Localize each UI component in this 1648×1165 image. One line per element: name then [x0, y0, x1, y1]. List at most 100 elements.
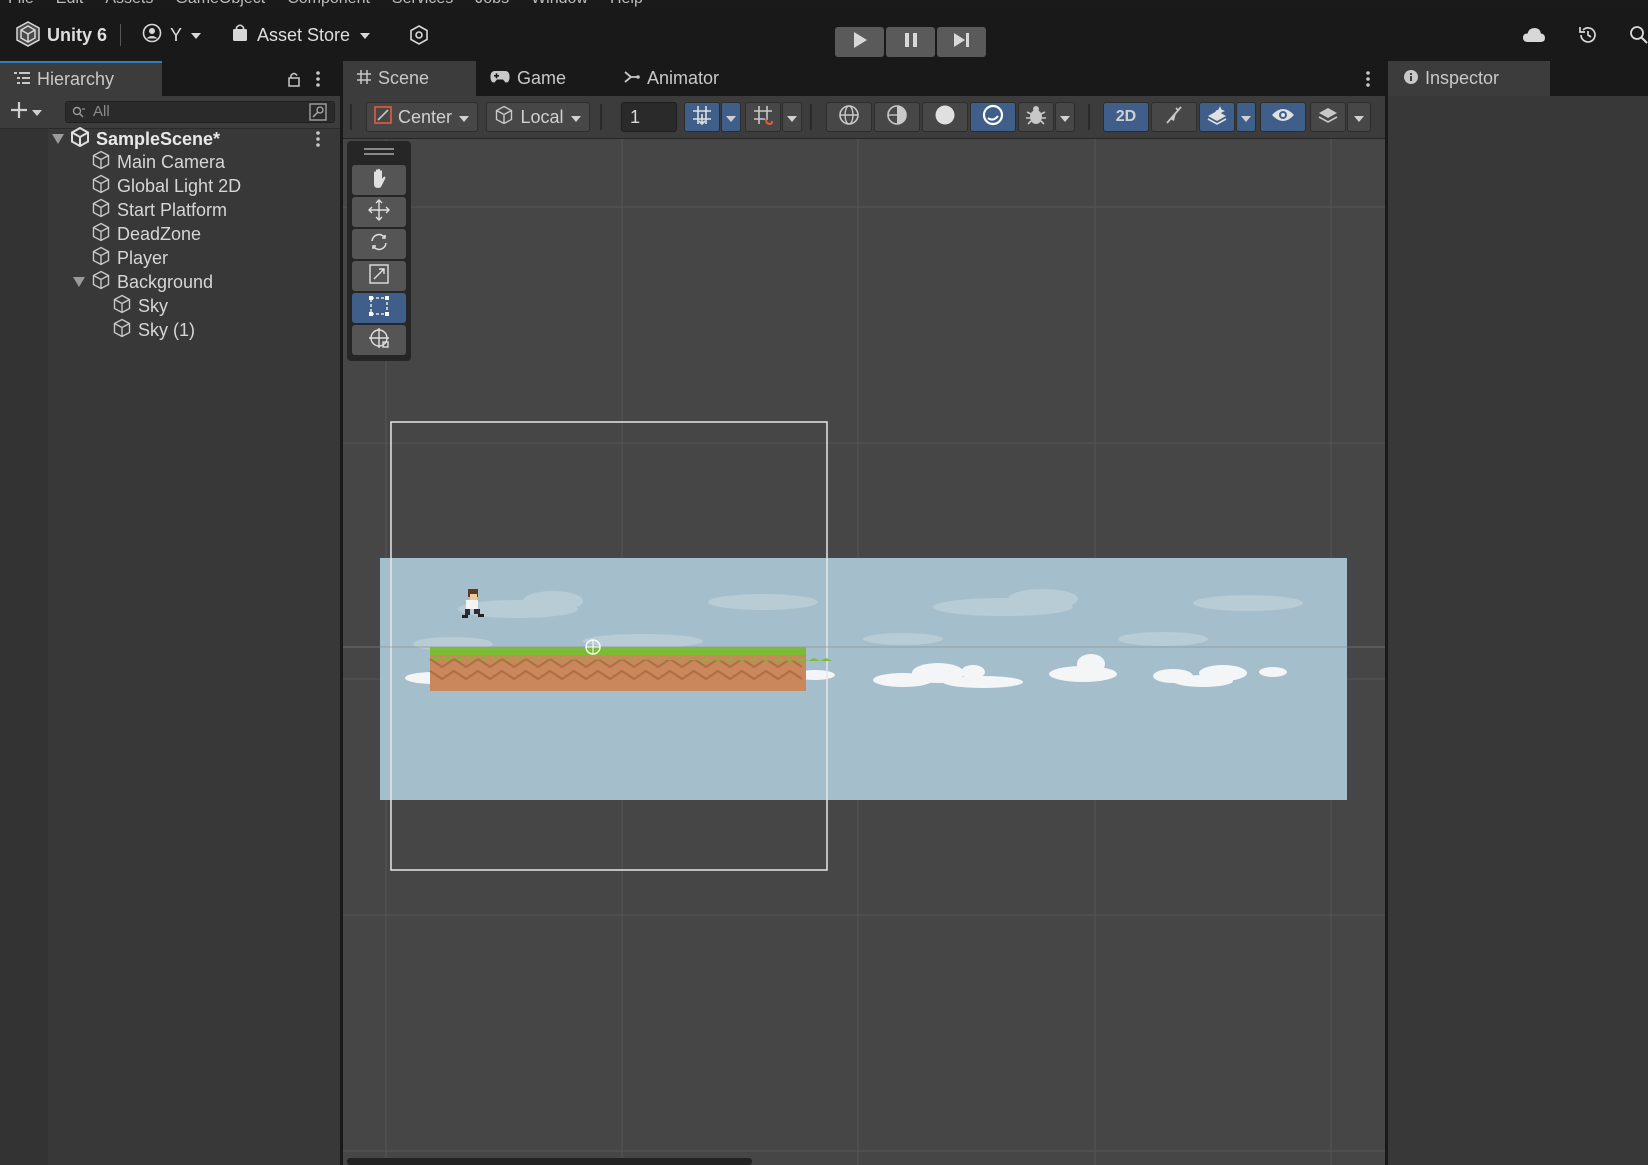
menu-bar: File Edit Assets GameObject Component Service…: [0, 0, 1648, 8]
search-icon[interactable]: [1628, 24, 1648, 46]
increment-snap-options[interactable]: [782, 102, 802, 132]
transform-tool-button[interactable]: [352, 325, 406, 355]
transform-gizmo-icon: [368, 327, 390, 354]
overlay-drag-handle[interactable]: [364, 148, 394, 150]
create-dropdown[interactable]: [10, 101, 43, 124]
view-tool-button[interactable]: [352, 165, 406, 195]
scene-root-row[interactable]: SampleScene*: [52, 126, 332, 152]
hierarchy-item-sky[interactable]: Sky: [112, 294, 168, 318]
toolbar-grip: [350, 104, 352, 130]
draw-mode-unlit-button[interactable]: [970, 102, 1016, 132]
rotate-tool-button[interactable]: [352, 229, 406, 259]
menu-assets[interactable]: Assets: [105, 0, 153, 8]
menu-file[interactable]: File: [8, 0, 34, 8]
pivot-center-icon: [374, 105, 392, 129]
scene-fx-options[interactable]: [1236, 102, 1256, 132]
foldout-expanded-icon[interactable]: [52, 134, 64, 144]
play-button[interactable]: [835, 27, 884, 57]
lock-icon[interactable]: [286, 70, 302, 88]
rect-transform-icon: [368, 295, 390, 322]
play-icon: [852, 31, 868, 54]
search-mode-icon[interactable]: [309, 103, 327, 125]
gameobject-cube-icon: [91, 198, 111, 223]
hierarchy-item-global-light-2d[interactable]: Global Light 2D: [91, 174, 241, 198]
foldout-expanded-icon[interactable]: [73, 277, 85, 287]
tab-inspector[interactable]: Inspector: [1388, 61, 1550, 96]
hierarchy-item-background[interactable]: Background: [73, 270, 213, 294]
gameobject-cube-icon: [91, 270, 111, 295]
tab-game[interactable]: Game: [476, 61, 599, 96]
grid-hash-icon: [357, 68, 371, 89]
gameobject-cube-icon: [112, 294, 132, 319]
overlay-drag-handle[interactable]: [364, 153, 394, 155]
pause-button[interactable]: [886, 27, 935, 57]
gameobject-cube-icon: [91, 246, 111, 271]
hierarchy-search-input[interactable]: All: [65, 101, 335, 123]
gizmos-toggle[interactable]: [1310, 102, 1346, 132]
scene-fx-toggle[interactable]: [1199, 102, 1235, 132]
menu-edit[interactable]: Edit: [56, 0, 84, 8]
main-toolbar: Unity 6 Y Asset Store: [0, 8, 1648, 60]
draw-mode-wireframe-button[interactable]: [826, 102, 872, 132]
hierarchy-item-main-camera[interactable]: Main Camera: [91, 150, 225, 174]
pivot-gizmo[interactable]: [585, 639, 601, 655]
hierarchy-panel: All SampleScene* Main Camera Global Ligh…: [0, 96, 340, 1165]
pivot-rotation-label: Local: [520, 106, 564, 127]
chevron-down-icon: [31, 102, 43, 122]
account-dropdown[interactable]: Y: [142, 22, 202, 48]
tab-hierarchy[interactable]: Hierarchy: [0, 61, 162, 96]
draw-mode-shaded-wireframe-button[interactable]: [874, 102, 920, 132]
grid-snap-toggle[interactable]: [684, 102, 720, 132]
debug-draw-mode-button[interactable]: [1018, 102, 1054, 132]
hierarchy-item-sky-1[interactable]: Sky (1): [112, 318, 195, 342]
move-arrows-icon: [368, 198, 390, 226]
cloud-icon[interactable]: [1521, 24, 1547, 46]
hierarchy-item-deadzone[interactable]: DeadZone: [91, 222, 201, 246]
more-options-icon[interactable]: [312, 70, 324, 88]
2d-mode-toggle[interactable]: 2D: [1103, 102, 1149, 132]
scene-canvas[interactable]: [343, 139, 1385, 1165]
shaded-wireframe-sphere-icon: [886, 104, 908, 131]
horizontal-scrollbar[interactable]: [347, 1158, 752, 1165]
scene-viewport[interactable]: [343, 139, 1385, 1165]
gameobject-cube-icon: [91, 174, 111, 199]
step-button[interactable]: [937, 27, 986, 57]
tab-animator-label: Animator: [647, 68, 720, 88]
account-icon: [142, 23, 162, 48]
wireframe-sphere-icon: [838, 104, 860, 131]
hierarchy-item-start-platform[interactable]: Start Platform: [91, 198, 227, 222]
grid-increment-input[interactable]: 1: [621, 102, 677, 132]
pivot-rotation-dropdown[interactable]: Local: [486, 102, 590, 132]
menu-component[interactable]: Component: [287, 0, 370, 8]
scale-tool-button[interactable]: [352, 261, 406, 291]
history-icon[interactable]: [1576, 23, 1600, 47]
menu-services[interactable]: Services: [392, 0, 453, 8]
gizmos-options[interactable]: [1347, 102, 1371, 132]
more-options-icon[interactable]: [313, 130, 323, 148]
draw-mode-shaded-button[interactable]: [922, 102, 968, 132]
shaded-sphere-icon: [934, 104, 956, 131]
scene-lighting-toggle[interactable]: [1151, 102, 1197, 132]
move-tool-button[interactable]: [352, 197, 406, 227]
package-hex-icon[interactable]: [408, 24, 430, 46]
grid-snap-options[interactable]: [721, 102, 741, 132]
tab-animator[interactable]: Animator: [610, 61, 760, 96]
debug-draw-options[interactable]: [1055, 102, 1075, 132]
toolbar-grip: [810, 104, 812, 130]
unity-scene-icon: [70, 126, 90, 152]
menu-jobs[interactable]: Jobs: [475, 0, 509, 8]
more-options-icon[interactable]: [1362, 70, 1374, 88]
pivot-mode-dropdown[interactable]: Center: [366, 102, 478, 132]
hierarchy-item-player[interactable]: Player: [91, 246, 168, 270]
menu-window[interactable]: Window: [531, 0, 588, 8]
unity-logo-icon: [14, 20, 42, 48]
tab-scene[interactable]: Scene: [343, 61, 476, 96]
menu-gameobject[interactable]: GameObject: [175, 0, 265, 8]
start-platform-sprite[interactable]: [429, 647, 832, 691]
asset-store-dropdown[interactable]: Asset Store: [232, 22, 371, 48]
increment-snap-toggle[interactable]: [745, 102, 781, 132]
plus-icon: [10, 101, 28, 124]
scene-visibility-toggle[interactable]: [1260, 102, 1306, 132]
menu-help[interactable]: Help: [610, 0, 643, 8]
rect-tool-button[interactable]: [352, 293, 406, 323]
